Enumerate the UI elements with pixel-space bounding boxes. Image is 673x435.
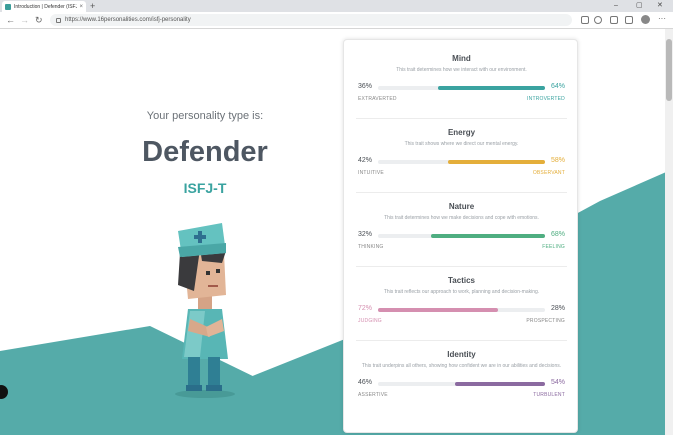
right-trait-label: INTROVERTED xyxy=(527,96,565,102)
tab-close-icon[interactable]: × xyxy=(79,4,83,10)
trait-identity: Identity This trait underpins all others… xyxy=(356,350,567,400)
tab-bar: Introduction | Defender (ISFJ) Pe × + – … xyxy=(0,0,673,12)
left-percentage: 42% xyxy=(358,157,372,164)
trait-divider xyxy=(356,118,567,119)
trait-title: Mind xyxy=(356,54,567,63)
right-trait-label: FEELING xyxy=(542,244,565,250)
address-bar[interactable]: https://www.16personalities.com/isfj-per… xyxy=(50,14,572,26)
trait-title: Energy xyxy=(356,128,567,137)
right-percentage: 28% xyxy=(551,305,565,312)
browser-toolbar: ← → ↻ https://www.16personalities.com/is… xyxy=(0,12,673,29)
trait-bar-track xyxy=(378,86,545,90)
lock-icon xyxy=(56,18,61,23)
left-trait-label: ASSERTIVE xyxy=(358,392,388,398)
trait-divider xyxy=(356,340,567,341)
left-trait-label: JUDGING xyxy=(358,318,382,324)
back-button[interactable]: ← xyxy=(6,15,15,25)
trait-divider xyxy=(356,192,567,193)
trait-bar-row: 46% 54% xyxy=(356,379,567,389)
new-tab-button[interactable]: + xyxy=(90,1,95,11)
trait-labels: ASSERTIVE TURBULENT xyxy=(356,392,567,400)
trait-description: This trait determines how we make decisi… xyxy=(356,215,567,222)
tab-title: Introduction | Defender (ISFJ) Pe xyxy=(14,4,77,10)
favorite-star-icon[interactable] xyxy=(594,16,602,24)
trait-title: Identity xyxy=(356,350,567,359)
left-trait-label: INTUITIVE xyxy=(358,170,384,176)
trait-description: This trait underpins all others, showing… xyxy=(356,363,567,370)
traits-panel: Mind This trait determines how we intera… xyxy=(343,39,578,433)
trait-title: Nature xyxy=(356,202,567,211)
trait-labels: JUDGING PROSPECTING xyxy=(356,318,567,326)
trait-mind: Mind This trait determines how we intera… xyxy=(356,54,567,104)
page-scrollbar[interactable] xyxy=(665,29,673,435)
right-trait-label: TURBULENT xyxy=(533,392,565,398)
left-percentage: 46% xyxy=(358,379,372,386)
reload-button[interactable]: ↻ xyxy=(35,15,43,25)
right-percentage: 64% xyxy=(551,83,565,90)
trait-labels: EXTRAVERTED INTROVERTED xyxy=(356,96,567,104)
trait-bar-fill xyxy=(378,308,498,312)
trait-bar-track xyxy=(378,160,545,164)
favorites-icon[interactable] xyxy=(610,16,618,24)
scrollbar-thumb[interactable] xyxy=(666,39,672,101)
right-trait-label: OBSERVANT xyxy=(533,170,565,176)
settings-menu-button[interactable]: ··· xyxy=(658,14,666,23)
defender-illustration xyxy=(160,219,250,399)
trait-bar-fill xyxy=(448,160,545,164)
site-favicon-icon xyxy=(5,4,11,10)
trait-bar-row: 42% 58% xyxy=(356,157,567,167)
trait-labels: THINKING FEELING xyxy=(356,244,567,252)
trait-title: Tactics xyxy=(356,276,567,285)
trait-bar-track xyxy=(378,382,545,386)
left-percentage: 32% xyxy=(358,231,372,238)
collections-icon[interactable] xyxy=(625,16,633,24)
browser-tab[interactable]: Introduction | Defender (ISFJ) Pe × xyxy=(2,1,86,12)
trait-labels: INTUITIVE OBSERVANT xyxy=(356,170,567,178)
trait-divider xyxy=(356,266,567,267)
profile-avatar[interactable] xyxy=(641,15,650,24)
left-trait-label: EXTRAVERTED xyxy=(358,96,397,102)
trait-bar-track xyxy=(378,234,545,238)
trait-description: This trait shows where we direct our men… xyxy=(356,141,567,148)
trait-bar-fill xyxy=(431,234,545,238)
trait-tactics: Tactics This trait reflects our approach… xyxy=(356,276,567,326)
trait-description: This trait reflects our approach to work… xyxy=(356,289,567,296)
trait-bar-row: 32% 68% xyxy=(356,231,567,241)
trait-bar-row: 72% 28% xyxy=(356,305,567,315)
page-content: Your personality type is: Defender ISFJ-… xyxy=(0,29,673,435)
left-percentage: 36% xyxy=(358,83,372,90)
minimize-button[interactable]: – xyxy=(614,1,618,11)
personality-type-code: ISFJ-T xyxy=(100,180,310,196)
reading-view-icon[interactable] xyxy=(581,16,589,24)
maximize-button[interactable]: ▢ xyxy=(636,1,643,11)
left-percentage: 72% xyxy=(358,305,372,312)
trait-description: This trait determines how we interact wi… xyxy=(356,67,567,74)
right-percentage: 68% xyxy=(551,231,565,238)
trait-bar-track xyxy=(378,308,545,312)
personality-type-name: Defender xyxy=(100,136,310,169)
close-window-button[interactable]: ✕ xyxy=(657,1,663,11)
url-text: https://www.16personalities.com/isfj-per… xyxy=(65,17,191,23)
trait-bar-fill xyxy=(455,382,545,386)
right-percentage: 58% xyxy=(551,157,565,164)
trait-bar-row: 36% 64% xyxy=(356,83,567,93)
forward-button[interactable]: → xyxy=(20,15,29,25)
trait-nature: Nature This trait determines how we make… xyxy=(356,202,567,252)
intro-text: Your personality type is: xyxy=(100,110,310,122)
trait-bar-fill xyxy=(438,86,545,90)
right-percentage: 54% xyxy=(551,379,565,386)
right-trait-label: PROSPECTING xyxy=(526,318,565,324)
left-trait-label: THINKING xyxy=(358,244,384,250)
trait-energy: Energy This trait shows where we direct … xyxy=(356,128,567,178)
